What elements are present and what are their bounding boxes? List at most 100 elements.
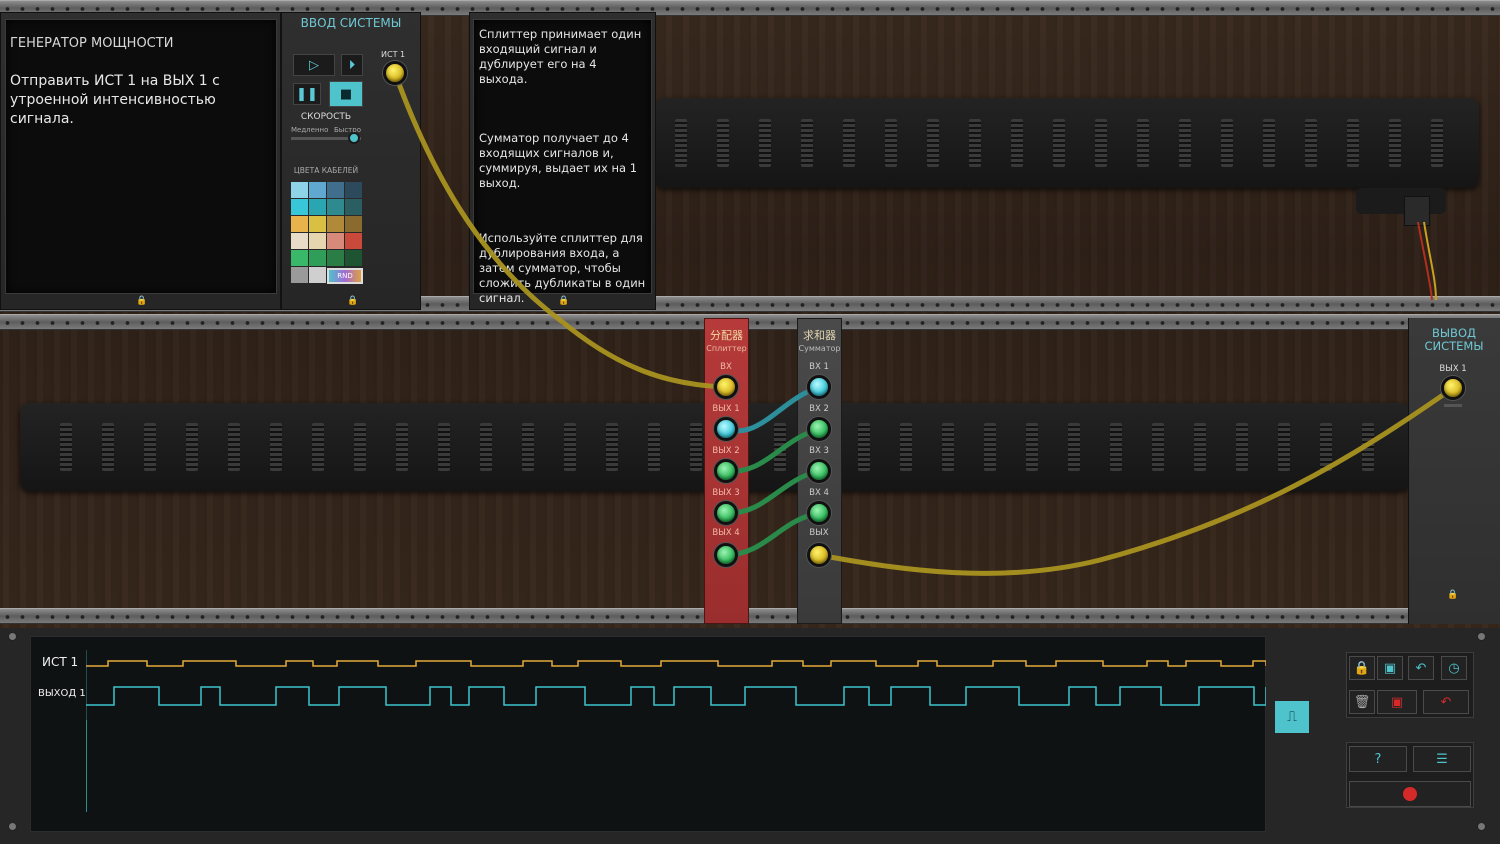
wave-view-button[interactable]: ⎍ [1275,701,1309,733]
source-jack[interactable] [383,61,407,85]
connector-slot [1152,423,1164,471]
menu-button[interactable]: ☰ [1413,746,1471,772]
step-button[interactable]: ⏵ [341,54,363,76]
splitter-out3-label: ВЫХ 3 [712,488,740,498]
connector-slot [1362,423,1374,471]
cable-color-swatch[interactable] [309,250,326,266]
record-icon [1403,787,1417,801]
undo-button[interactable]: ↶ [1408,656,1434,680]
splitter-title: Сплиттер [706,344,747,353]
cable-color-swatch[interactable] [291,233,308,249]
system-input-title: ВВОД СИСТЕМЫ [300,16,402,30]
help-button[interactable]: ? [1349,746,1407,772]
generator-screen [5,19,277,294]
splitter-out4-jack[interactable] [714,543,738,567]
connector-slot [1110,423,1122,471]
splitter-out1-jack[interactable] [714,417,738,441]
lock-button[interactable]: 🔒 [1349,656,1375,680]
lock-icon: 🔒 [347,296,359,306]
lock-icon: 🔒 [1447,590,1459,600]
connector-slot [60,423,72,471]
trash-button[interactable]: 🗑 [1349,690,1375,714]
adder-in4-jack[interactable] [807,501,831,525]
system-output-jack[interactable] [1441,376,1465,400]
source-label: ИСТ 1 [381,50,406,59]
step-icon: ⏵ [348,57,356,73]
help-usage-text: Используйте сплиттер для дублирования вх… [479,231,646,305]
adder-in2-label: ВХ 2 [809,404,829,414]
connector-slot [1389,119,1401,167]
splitter-out3-jack[interactable] [714,501,738,525]
pause-icon: ❚❚ [296,86,318,102]
adder-in3-jack[interactable] [807,459,831,483]
cable-color-swatch[interactable] [345,216,362,232]
save-button[interactable]: ▣ [1377,656,1403,680]
wire-plug [1404,196,1430,226]
splitter-out1-label: ВЫХ 1 [712,404,740,414]
rnd-color-button[interactable]: RND [327,268,363,284]
adder-title-cn: 求和器 [803,329,836,342]
lock-icon: 🔒 [1353,660,1371,676]
cable-color-swatch[interactable] [327,216,344,232]
connector-slot [1347,119,1359,167]
speed-label: СКОРОСТЬ [300,112,352,122]
cable-colors-label: ЦВЕТА КАБЕЛЕЙ [293,166,359,175]
redo-button[interactable]: ↶ [1423,690,1469,714]
connector-slot [1011,119,1023,167]
cable-color-swatch[interactable] [309,233,326,249]
screw [8,632,17,641]
rail-lower-middle [0,314,1500,330]
adder-in2-jack[interactable] [807,417,831,441]
connector-slot [1431,119,1443,167]
splitter-out2-label: ВЫХ 2 [712,446,740,456]
cable-color-swatch[interactable] [345,199,362,215]
connector-slot [1194,423,1206,471]
splitter-in-jack[interactable] [714,375,738,399]
connector-slot [144,423,156,471]
cable-color-swatch[interactable] [327,199,344,215]
splitter-out2-jack[interactable] [714,459,738,483]
delete-save-button[interactable]: ▣ [1377,690,1417,714]
connector-slot [1263,119,1275,167]
cable-color-swatch[interactable] [309,182,326,198]
trace-input [86,660,1266,667]
connector-slot [228,423,240,471]
cable-color-swatch[interactable] [327,233,344,249]
cable-color-swatch[interactable] [291,216,308,232]
speed-slider-handle[interactable] [348,132,360,144]
cable-color-swatch[interactable] [291,199,308,215]
timer-button[interactable]: ◷ [1441,656,1467,680]
adder-in1-label: ВХ 1 [809,362,829,372]
stop-button[interactable]: ■ [329,81,363,107]
cable-color-swatch[interactable] [291,250,308,266]
record-button[interactable] [1349,781,1471,807]
cable-color-swatch[interactable] [345,233,362,249]
screw [1477,632,1486,641]
cable-color-swatch[interactable] [345,182,362,198]
connector-slot [1305,119,1317,167]
cable-color-swatch[interactable] [309,199,326,215]
connector-slot [1137,119,1149,167]
cable-color-swatch[interactable] [291,182,308,198]
adder-in1-jack[interactable] [807,375,831,399]
connector-slot [690,423,702,471]
cable-color-swatch[interactable] [327,250,344,266]
connector-slot [801,119,813,167]
play-button[interactable]: ▷ [293,54,335,76]
connector-slot [312,423,324,471]
cable-color-swatch[interactable] [345,250,362,266]
generator-panel [0,12,281,310]
pause-button[interactable]: ❚❚ [293,83,321,105]
output-indicator [1444,404,1462,407]
adder-out-jack[interactable] [807,543,831,567]
cable-color-swatch[interactable] [309,216,326,232]
connector-slot [606,423,618,471]
connector-slot [774,423,786,471]
scope-axis-line [86,720,87,812]
help-icon: ? [1374,751,1382,767]
cable-color-swatch[interactable] [309,267,326,283]
connector-slot [984,423,996,471]
cable-color-swatch[interactable] [327,182,344,198]
cable-color-swatch[interactable] [291,267,308,283]
adder-in3-label: ВХ 3 [809,446,829,456]
